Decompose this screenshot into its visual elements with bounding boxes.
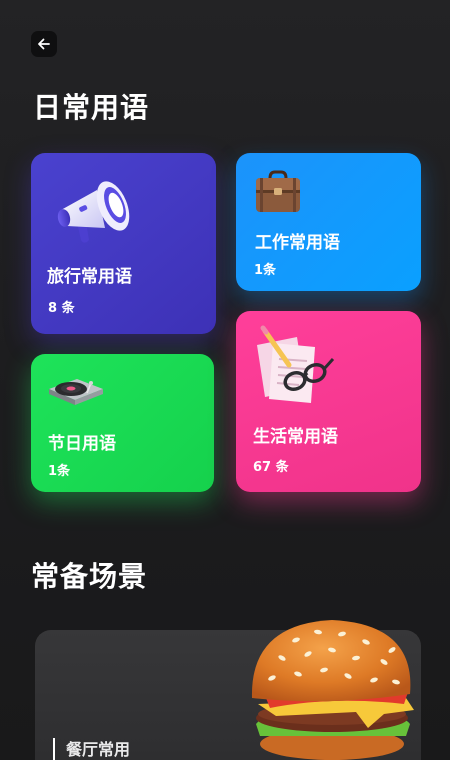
back-button[interactable]	[31, 31, 57, 57]
card-life-label: 生活常用语	[253, 427, 338, 447]
documents-glasses-icon	[253, 323, 335, 407]
megaphone-icon	[53, 170, 139, 250]
turntable-icon	[47, 373, 105, 411]
card-holiday-label: 节日用语	[48, 434, 116, 454]
section-title-scenes: 常备场景	[31, 560, 148, 593]
card-life-phrases[interactable]: 生活常用语 67 条	[236, 311, 421, 492]
briefcase-icon	[253, 169, 303, 215]
card-life-count: 67 条	[253, 460, 289, 475]
section-title-daily: 日常用语	[33, 91, 150, 124]
card-holiday-count: 1条	[48, 464, 71, 479]
card-work-phrases[interactable]: 工作常用语 1条	[236, 153, 421, 291]
burger-icon	[246, 606, 422, 760]
arrow-left-icon	[36, 36, 52, 52]
card-travel-label: 旅行常用语	[47, 267, 132, 287]
card-work-label: 工作常用语	[255, 233, 340, 253]
scene-accent-bar	[53, 738, 55, 760]
scene-card-restaurant-label: 餐厅常用	[66, 740, 131, 759]
card-travel-phrases[interactable]: 旅行常用语 8 条	[31, 153, 216, 334]
card-holiday-phrases[interactable]: 节日用语 1条	[31, 354, 214, 492]
card-work-count: 1条	[254, 263, 277, 278]
app-screen: 日常用语 旅行常用语 8 条 工作常用语 1条 节日用语 1条 生活常用语 67…	[0, 0, 450, 760]
card-travel-count: 8 条	[48, 301, 75, 316]
